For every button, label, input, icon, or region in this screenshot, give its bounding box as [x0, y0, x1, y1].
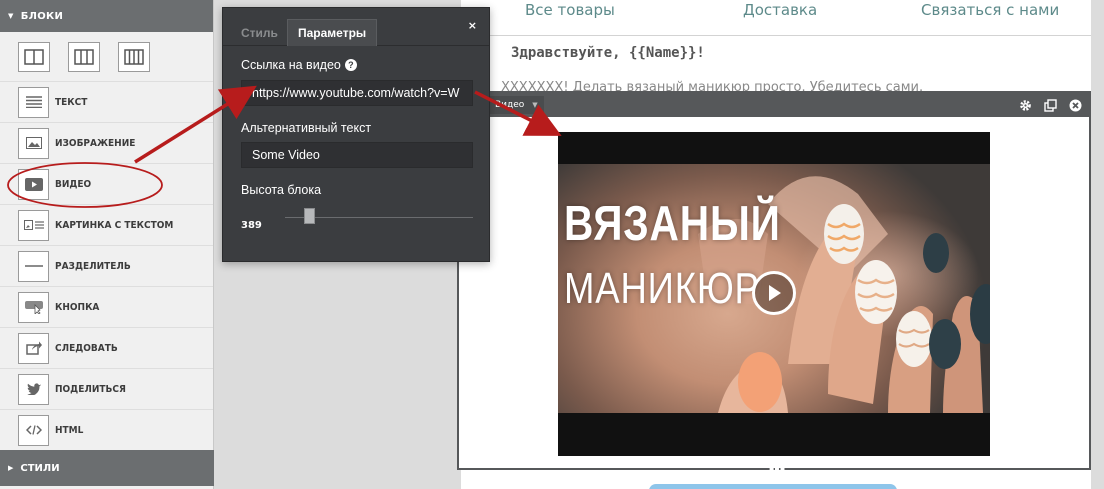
block-item-follow[interactable]: СЛЕДОВАТЬ [0, 328, 213, 369]
block-item-label: КНОПКА [55, 301, 100, 313]
block-item-video[interactable]: ВИДЕО [0, 164, 213, 205]
layout-three-column[interactable] [118, 41, 150, 72]
video-url-label-text: Ссылка на видео [241, 58, 341, 72]
email-top-nav: Все товары Доставка Связаться с нами [487, 0, 1091, 36]
code-icon [18, 414, 49, 446]
video-player[interactable]: ВЯЗАНЫЙ МАНИКЮР [558, 132, 990, 456]
blocks-section-header[interactable]: ▼ БЛОКИ [0, 0, 213, 32]
alt-text-input[interactable]: Some Video [241, 142, 473, 168]
text-lines-icon [18, 86, 49, 118]
block-item-share[interactable]: ПОДЕЛИТЬСЯ [0, 369, 213, 410]
block-item-label: СЛЕДОВАТЬ [55, 342, 118, 354]
alt-text-label: Альтернативный текст [241, 121, 372, 135]
block-height-value: 389 [241, 220, 262, 231]
block-item-button[interactable]: КНОПКА [0, 287, 213, 328]
block-item-label: ВИДЕО [55, 178, 92, 190]
styles-header-label: СТИЛИ [20, 462, 60, 474]
close-circle-icon [1069, 99, 1081, 111]
tab-parameters[interactable]: Параметры [287, 19, 378, 46]
three-column-icon [124, 48, 144, 65]
caret-right-icon: ▶ [8, 464, 14, 472]
video-block[interactable]: Видео ▼ ВЯЗАНЫЙ МАНИКЮР ▪▪▪ [457, 91, 1091, 473]
image-icon [18, 127, 49, 159]
block-item-text[interactable]: ТЕКСТ [0, 82, 213, 123]
video-block-tag[interactable]: Видео ▼ [489, 96, 544, 114]
video-block-tag-label: Видео [495, 100, 525, 110]
two-column-icon [74, 48, 94, 65]
button-cursor-icon [18, 291, 49, 323]
nav-link-all-products[interactable]: Все товары [525, 1, 615, 19]
duplicate-button[interactable] [1042, 97, 1058, 113]
styles-section-header[interactable]: ▶ СТИЛИ [0, 450, 214, 486]
one-column-icon [24, 48, 44, 65]
twitter-bird-icon [18, 373, 49, 405]
gear-icon [1019, 99, 1031, 111]
layout-two-column[interactable] [68, 41, 100, 72]
block-item-html[interactable]: HTML [0, 410, 213, 451]
caret-down-icon: ▼ [8, 12, 14, 20]
popup-close-button[interactable]: × [468, 19, 477, 32]
play-icon[interactable] [752, 271, 796, 315]
block-item-image[interactable]: ИЗОБРАЖЕНИЕ [0, 123, 213, 164]
nav-link-delivery[interactable]: Доставка [743, 1, 817, 19]
thumbnail-title-line2: МАНИКЮР [564, 264, 760, 313]
video-url-label: Ссылка на видео? [241, 58, 357, 72]
delete-button[interactable] [1067, 97, 1083, 113]
blocks-header-label: БЛОКИ [20, 10, 64, 22]
block-item-image-with-text[interactable]: КАРТИНКА С ТЕКСТОМ [0, 205, 213, 246]
layout-row [0, 32, 213, 82]
block-item-label: ИЗОБРАЖЕНИЕ [55, 137, 136, 149]
block-item-label: КАРТИНКА С ТЕКСТОМ [55, 219, 174, 231]
settings-gear-button[interactable] [1017, 97, 1033, 113]
share-arrow-icon [18, 332, 49, 364]
resize-handle-icon[interactable]: ▪▪▪ [769, 465, 785, 473]
image-with-text-icon [18, 209, 49, 241]
divider-icon [18, 250, 49, 282]
block-item-divider[interactable]: РАЗДЕЛИТЕЛЬ [0, 246, 213, 287]
layout-one-column[interactable] [18, 41, 50, 72]
video-block-toolbar: Видео ▼ [459, 93, 1089, 117]
block-height-label: Высота блока [241, 183, 322, 197]
blocks-sidebar: ▼ БЛОКИ ТЕКСТ ИЗОБРАЖЕНИЕ ВИДЕО КАРТИНКА… [0, 0, 214, 489]
email-greeting[interactable]: Здравствуйте, {{Name}}! [511, 45, 705, 61]
nav-link-contact[interactable]: Связаться с нами [921, 1, 1059, 19]
duplicate-icon [1043, 98, 1057, 112]
block-height-slider-handle[interactable] [304, 208, 315, 224]
block-item-label: РАЗДЕЛИТЕЛЬ [55, 260, 131, 272]
video-play-icon [18, 168, 49, 200]
block-item-label: ТЕКСТ [55, 96, 88, 108]
caret-down-icon: ▼ [532, 101, 538, 109]
block-item-label: HTML [55, 424, 84, 436]
tab-style[interactable]: Стиль [241, 19, 278, 46]
help-icon[interactable]: ? [344, 59, 357, 71]
popup-tab-bar: Стиль Параметры × [223, 8, 489, 46]
thumbnail-title-line1: ВЯЗАНЫЙ [564, 197, 781, 251]
video-url-input[interactable]: https://www.youtube.com/watch?v=W [241, 80, 473, 106]
block-item-label: ПОДЕЛИТЬСЯ [55, 383, 126, 395]
video-settings-popup: Стиль Параметры × Ссылка на видео? https… [222, 7, 490, 262]
email-cta-button[interactable] [649, 484, 897, 489]
